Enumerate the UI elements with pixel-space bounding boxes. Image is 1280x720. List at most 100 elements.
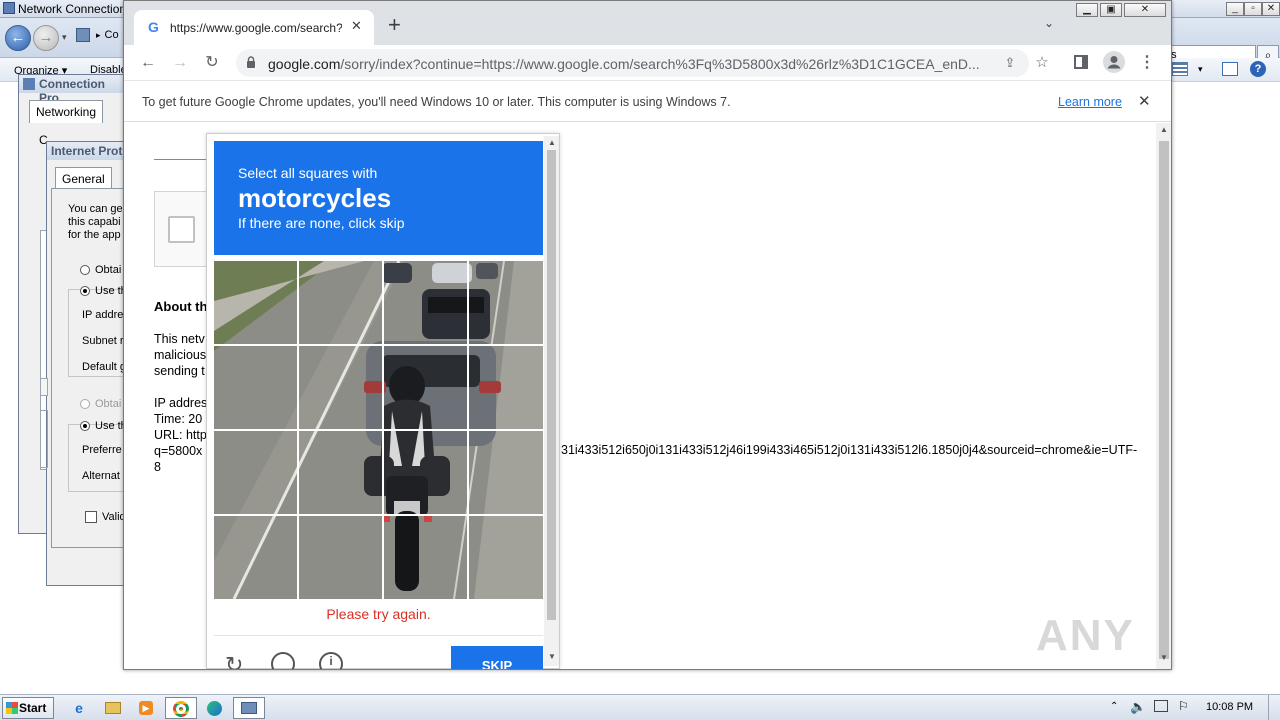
tab-general[interactable]: General (55, 167, 112, 190)
new-tab-icon[interactable]: + (388, 14, 401, 36)
divider (154, 159, 214, 160)
address-bar[interactable]: google.com/sorry/index?continue=https://… (236, 49, 1049, 77)
scroll-down-icon[interactable]: ▼ (548, 652, 556, 661)
recaptcha-checkbox[interactable] (168, 216, 195, 243)
close-tab-icon[interactable]: ✕ (351, 18, 362, 34)
dialog-button-edge[interactable] (40, 378, 48, 396)
network-tray-icon[interactable] (1154, 700, 1168, 712)
preferred-dns-label: Preferre (82, 444, 122, 456)
forward-arrow-icon[interactable]: → (168, 51, 192, 75)
scroll-down-icon[interactable]: ▼ (1160, 653, 1168, 662)
use-ip-radio[interactable] (80, 286, 90, 296)
network-location-icon (76, 28, 90, 42)
start-button[interactable]: Start (2, 697, 54, 719)
network-connections-taskbar-icon[interactable] (233, 697, 265, 719)
browser-tab[interactable]: G https://www.google.com/search?q= ✕ (134, 10, 374, 45)
internet-explorer-icon[interactable]: e (66, 697, 92, 719)
tab-title: https://www.google.com/search?q= (170, 21, 342, 35)
window-title: Network Connections (18, 2, 133, 16)
instruction-text: Select all squares with (238, 165, 378, 181)
learn-more-link[interactable]: Learn more (1058, 95, 1122, 109)
reload-icon[interactable]: ↻ (200, 51, 224, 75)
challenge-header: Select all squares with motorcycles If t… (214, 141, 543, 255)
infobar-message: To get future Google Chrome updates, you… (142, 95, 731, 109)
chrome-taskbar-icon[interactable] (165, 697, 197, 719)
lock-icon[interactable] (246, 56, 256, 68)
back-arrow-icon[interactable]: ← (5, 25, 31, 51)
use-dns-radio[interactable] (80, 421, 90, 431)
info-icon[interactable]: i (319, 652, 343, 669)
forward-arrow-icon[interactable]: → (33, 25, 59, 51)
skip-button[interactable]: SKIP (451, 646, 543, 669)
file-explorer-icon[interactable] (100, 697, 126, 719)
instruction-hint: If there are none, click skip (238, 215, 405, 231)
chrome-restore-button[interactable]: ▣ (1100, 3, 1122, 17)
windows-logo-icon (6, 702, 18, 714)
profile-avatar-icon[interactable] (1103, 51, 1125, 73)
close-infobar-icon[interactable]: ✕ (1138, 92, 1151, 110)
preview-pane-icon[interactable] (1222, 62, 1238, 76)
scrollbar-thumb[interactable] (547, 150, 556, 620)
watermark-logo: ANY RUN (1036, 611, 1135, 669)
star-bookmark-icon[interactable]: ☆ (1030, 51, 1054, 75)
internet-protocol-dialog: Internet Prot General You can ge this ca… (46, 141, 130, 586)
subnet-label: Subnet r (82, 335, 124, 347)
recaptcha-checkbox-card (154, 191, 214, 267)
validate-checkbox[interactable] (85, 511, 97, 523)
tab-search-chevron-down-icon[interactable]: ⌄ (1044, 16, 1054, 30)
taskbar: Start e ▶ ⌃ 🔈 ⚐ 10:08 PM (0, 694, 1280, 720)
scrollbar-thumb[interactable] (1159, 141, 1169, 659)
ip-address-label: IP addre (82, 309, 124, 321)
volume-icon[interactable]: 🔈 (1130, 699, 1146, 715)
scroll-up-icon[interactable]: ▲ (1160, 125, 1168, 134)
instruction-target: motorcycles (238, 183, 392, 213)
obtain-dns-radio[interactable] (80, 399, 90, 409)
menu-kebab-icon[interactable]: ⋮ (1135, 51, 1159, 75)
tab-networking[interactable]: Networking (29, 100, 104, 123)
image-grid (214, 261, 543, 599)
history-dropdown-icon[interactable]: ▾ (62, 32, 67, 43)
maximize-button[interactable]: ▫ (1244, 2, 1262, 16)
scroll-up-icon[interactable]: ▲ (548, 138, 556, 147)
reload-challenge-icon[interactable]: ↻ (225, 652, 243, 669)
browser-toolbar: ← → ↻ google.com/sorry/index?continue=ht… (124, 45, 1171, 81)
chrome-window: G https://www.google.com/search?q= ✕ + ⌄… (123, 0, 1172, 670)
show-hidden-icons-icon[interactable]: ⌃ (1110, 701, 1118, 712)
change-view-icon[interactable] (1172, 62, 1188, 76)
general-panel: You can ge this capabi for the app Obtai… (51, 188, 130, 548)
action-center-flag-icon[interactable]: ⚐ (1178, 699, 1189, 713)
footer-divider (214, 635, 543, 636)
side-panel-icon[interactable] (1074, 55, 1088, 69)
gateway-label: Default g (82, 361, 127, 373)
description-group-edge (40, 410, 48, 468)
about-text: This netv malicious sending t (154, 332, 207, 378)
media-player-icon[interactable]: ▶ (133, 697, 159, 719)
clock[interactable]: 10:08 PM (1206, 701, 1253, 713)
description-text: You can ge this capabi for the app (68, 203, 123, 241)
address-crumb[interactable]: ▸ Co (96, 29, 119, 41)
close-button[interactable]: ✕ (1262, 2, 1280, 16)
edge-icon[interactable] (201, 697, 227, 719)
street-photo (214, 261, 543, 599)
obtain-ip-radio[interactable] (80, 265, 90, 275)
share-icon[interactable]: ⇪ (998, 51, 1022, 75)
alternate-dns-label: Alternat (82, 470, 120, 482)
audio-challenge-icon[interactable] (271, 652, 295, 669)
challenge-scrollbar[interactable]: ▲ ▼ (544, 136, 559, 666)
obtain-ip-label: Obtai (95, 264, 122, 276)
update-infobar: To get future Google Chrome updates, you… (124, 82, 1171, 122)
url-text[interactable]: google.com/sorry/index?continue=https://… (268, 56, 998, 72)
minimize-button[interactable]: _ (1226, 2, 1244, 16)
help-icon[interactable]: ? (1250, 61, 1266, 77)
page-scrollbar[interactable]: ▲ ▼ (1156, 123, 1171, 669)
request-details: IP addres Time: 20 URL: http q=5800x 8 (154, 396, 208, 474)
view-dropdown-icon[interactable]: ▾ (1198, 64, 1203, 75)
show-desktop-button[interactable] (1268, 695, 1280, 720)
back-arrow-icon[interactable]: ← (136, 51, 160, 75)
chrome-close-button[interactable]: ✕ (1124, 3, 1166, 17)
recaptcha-challenge: Select all squares with motorcycles If t… (206, 133, 560, 669)
network-folder-icon (3, 2, 15, 14)
network-icon (23, 78, 35, 90)
obtain-dns-label: Obtai (95, 398, 122, 410)
chrome-minimize-button[interactable]: ▁ (1076, 3, 1098, 17)
